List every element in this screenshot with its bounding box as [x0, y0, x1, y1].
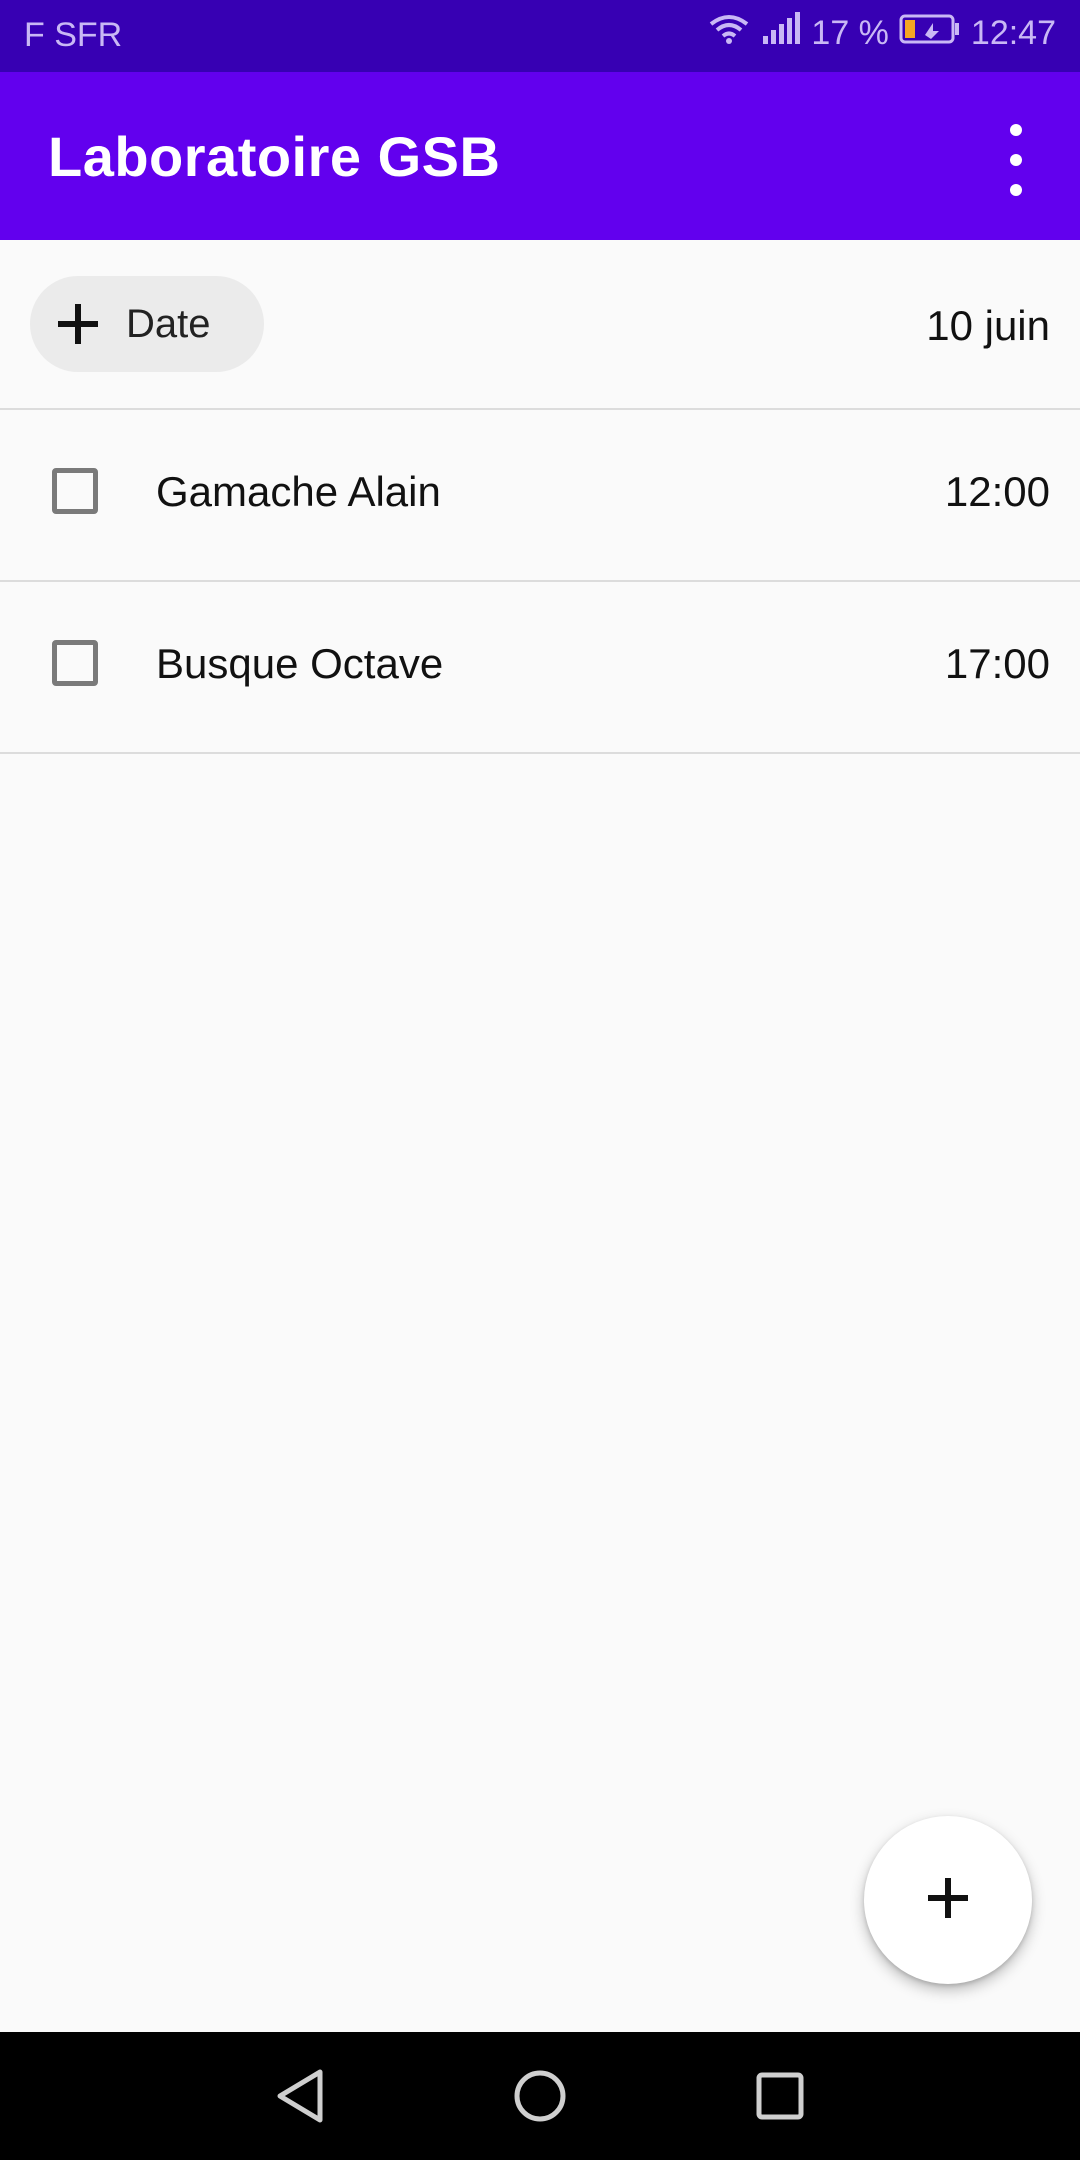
date-filter-row: Date 10 juin: [0, 240, 1080, 410]
system-nav-bar: [0, 2032, 1080, 2160]
appointment-row[interactable]: Gamache Alain 12:00: [0, 410, 1080, 582]
add-fab-button[interactable]: [864, 1816, 1032, 1984]
status-icons: 17 % 12:47: [707, 12, 1056, 55]
add-date-chip[interactable]: Date: [30, 276, 264, 372]
appointment-checkbox[interactable]: [52, 640, 98, 686]
app-title: Laboratoire GSB: [48, 125, 501, 188]
battery-percent: 17 %: [811, 14, 889, 52]
back-icon[interactable]: [264, 2060, 336, 2132]
appointment-checkbox[interactable]: [52, 468, 98, 514]
appointment-time: 17:00: [944, 640, 1050, 687]
plus-icon: [920, 1870, 976, 1931]
appointment-time: 12:00: [944, 468, 1050, 515]
battery-icon: [899, 13, 961, 54]
appointment-name: Busque Octave: [156, 640, 444, 687]
wifi-icon: [707, 12, 751, 55]
appointment-name: Gamache Alain: [156, 468, 441, 515]
more-vert-icon[interactable]: [992, 124, 1040, 196]
clock: 12:47: [970, 14, 1056, 52]
carrier-label: F SFR: [24, 16, 123, 54]
home-icon[interactable]: [504, 2060, 576, 2132]
selected-date: 10 juin: [926, 302, 1050, 349]
date-chip-label: Date: [126, 301, 211, 346]
recents-icon[interactable]: [744, 2060, 816, 2132]
plus-icon: [50, 296, 106, 352]
signal-icon: [761, 12, 801, 55]
appointment-row[interactable]: Busque Octave 17:00: [0, 582, 1080, 754]
status-bar: F SFR 17 % 12:47: [0, 0, 1080, 72]
app-bar: Laboratoire GSB: [0, 72, 1080, 240]
